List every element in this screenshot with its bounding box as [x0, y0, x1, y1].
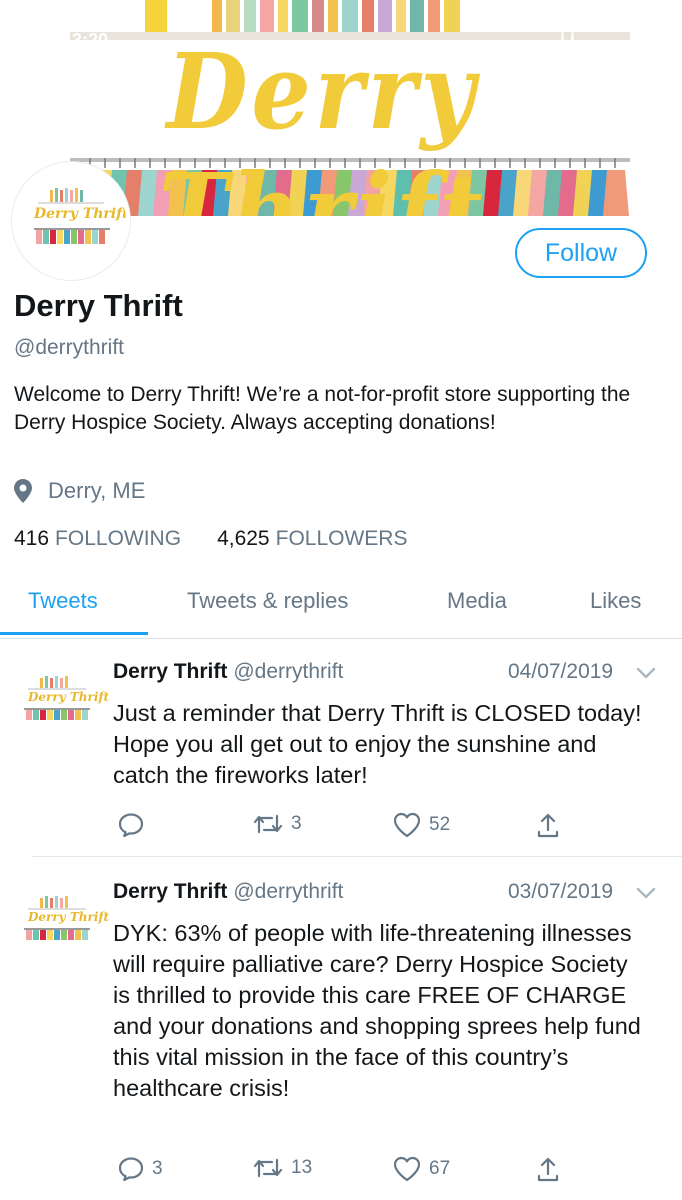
like-count: 52	[429, 814, 451, 835]
like-action[interactable]: 52	[393, 812, 450, 838]
reply-count: 3	[152, 1158, 163, 1179]
reply-icon	[118, 813, 144, 838]
tweet-author[interactable]: Derry Thrift	[113, 660, 227, 683]
like-action[interactable]: 67	[393, 1156, 450, 1182]
tweet-avatar-text: Derry Thrift	[28, 690, 110, 704]
tweet-avatar-text: Derry Thrift	[28, 910, 110, 924]
following-count: 416	[14, 527, 50, 550]
avatar-logo-text: Derry Thrift	[34, 206, 129, 222]
tweet-divider	[32, 856, 682, 857]
retweet-action[interactable]: 3	[253, 812, 302, 836]
tweet-item[interactable]: Derry Thrift Derry Thrift @derrythrift 04…	[0, 640, 682, 852]
avatar-logo: Derry Thrift	[30, 188, 126, 250]
like-count: 67	[429, 1158, 451, 1179]
following-stat[interactable]: 416 FOLLOWING	[14, 527, 181, 551]
bookshelf-books	[145, 0, 460, 32]
retweet-action[interactable]: 13	[253, 1156, 312, 1180]
followers-count: 4,625	[217, 527, 270, 550]
status-signal-fragment: ..l l	[550, 30, 576, 50]
like-icon	[393, 812, 421, 838]
tab-media[interactable]: Media	[447, 588, 507, 614]
status-time-fragment: 3:20	[72, 30, 109, 50]
profile-bio: Welcome to Derry Thrift! We’re a not-for…	[14, 383, 631, 434]
tweet-handle[interactable]: @derrythrift	[233, 880, 343, 903]
share-action[interactable]	[536, 1156, 568, 1182]
tweet-author[interactable]: Derry Thrift	[113, 880, 227, 903]
tab-tweets-replies[interactable]: Tweets & replies	[187, 588, 348, 614]
profile-tabs: Tweets Tweets & replies Media Likes	[0, 572, 682, 639]
tab-tweets[interactable]: Tweets	[28, 588, 98, 614]
tweet-handle[interactable]: @derrythrift	[233, 660, 343, 683]
chevron-down-icon[interactable]	[636, 887, 656, 899]
retweet-count: 13	[291, 1157, 313, 1178]
tweet-date[interactable]: 04/07/2019	[508, 660, 613, 684]
follow-button[interactable]: Follow	[515, 228, 647, 278]
tweet-avatar[interactable]: Derry Thrift	[22, 896, 109, 944]
tweet-avatar[interactable]: Derry Thrift	[22, 676, 109, 724]
retweet-icon	[253, 814, 283, 834]
tweet-header: Derry Thrift @derrythrift	[113, 880, 343, 904]
active-tab-indicator	[0, 632, 148, 635]
retweet-count: 3	[291, 813, 302, 834]
share-icon	[537, 1157, 559, 1182]
reply-action[interactable]	[118, 812, 152, 838]
reply-icon	[118, 1157, 144, 1182]
share-action[interactable]	[536, 812, 568, 838]
chevron-down-icon[interactable]	[636, 667, 656, 679]
tweet-text: DYK: 63% of people with life-threatening…	[113, 920, 641, 1101]
profile-stats: 416 FOLLOWING 4,625 FOLLOWERS	[14, 527, 443, 551]
profile-handle: @derrythrift	[14, 336, 125, 359]
profile-location: Derry, ME	[14, 478, 145, 504]
location-text: Derry, ME	[48, 478, 146, 503]
tweet-date[interactable]: 03/07/2019	[508, 880, 613, 904]
followers-label: FOLLOWERS	[275, 527, 408, 550]
tweet-item[interactable]: Derry Thrift Derry Thrift @derrythrift 03…	[0, 860, 682, 1200]
followers-stat[interactable]: 4,625 FOLLOWERS	[217, 527, 407, 551]
like-icon	[393, 1156, 421, 1182]
share-icon	[537, 813, 559, 838]
tweet-header: Derry Thrift @derrythrift	[113, 660, 343, 684]
tab-likes[interactable]: Likes	[590, 588, 641, 614]
retweet-icon	[253, 1158, 283, 1178]
reply-action[interactable]: 3	[118, 1156, 163, 1182]
profile-avatar[interactable]: Derry Thrift	[12, 162, 130, 280]
location-pin-icon	[14, 479, 32, 503]
banner-logo-text: Derry Thrift	[158, 30, 487, 217]
profile-name: Derry Thrift	[14, 288, 183, 323]
tweet-text: Just a reminder that Derry Thrift is CLO…	[113, 700, 642, 788]
following-label: FOLLOWING	[55, 527, 182, 550]
